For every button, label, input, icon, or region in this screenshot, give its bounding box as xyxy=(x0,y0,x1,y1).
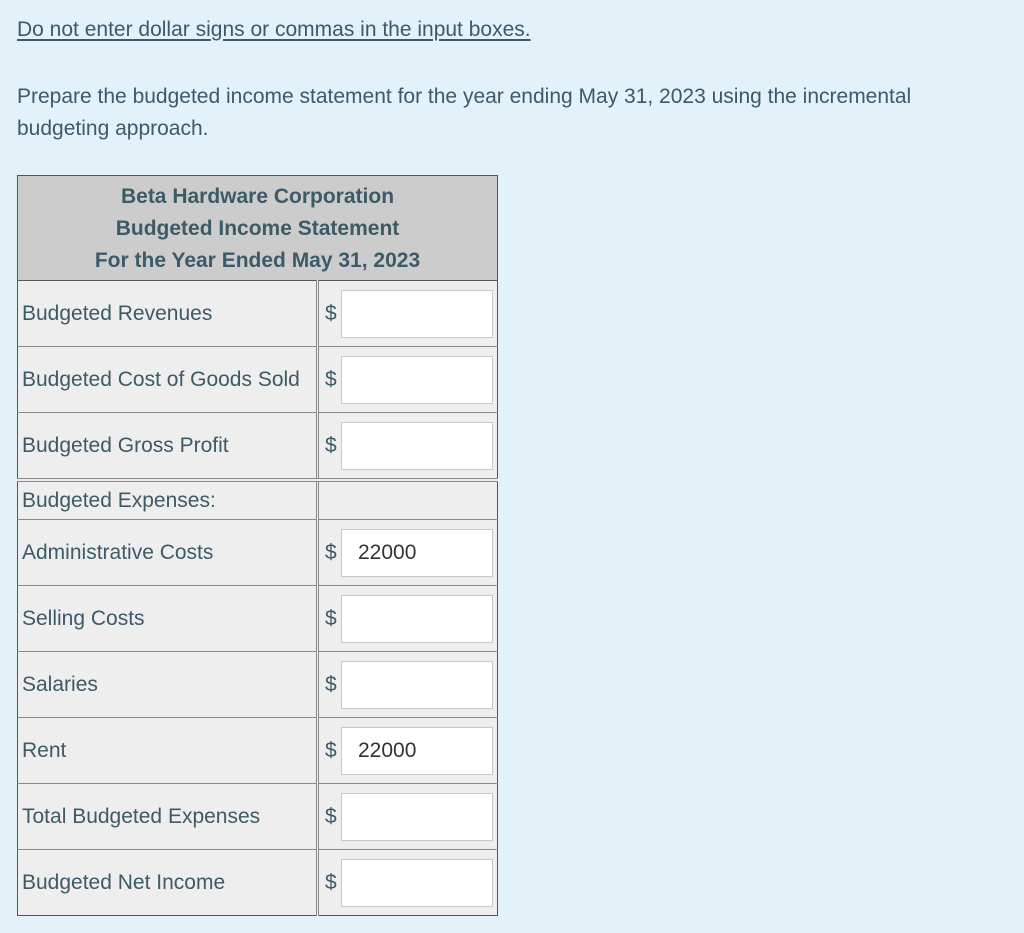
administrative-costs-input[interactable] xyxy=(341,528,493,577)
value-cell-budgeted-gross-profit: $ xyxy=(317,412,498,482)
value-cell-salaries: $ xyxy=(317,651,498,718)
value-cell-budgeted-net-income: $ xyxy=(317,849,498,916)
table-row-administrative-costs: Administrative Costs $ xyxy=(17,519,498,586)
income-statement-table: Beta Hardware Corporation Budgeted Incom… xyxy=(17,175,498,916)
dollar-sign: $ xyxy=(325,540,337,564)
salaries-input[interactable] xyxy=(341,660,493,709)
rent-input[interactable] xyxy=(341,726,493,775)
budgeted-net-income-input[interactable] xyxy=(341,858,493,907)
dollar-sign: $ xyxy=(325,301,337,325)
total-budgeted-expenses-input[interactable] xyxy=(341,792,493,841)
company-name: Beta Hardware Corporation xyxy=(120,185,395,208)
statement-header: Beta Hardware Corporation Budgeted Incom… xyxy=(17,175,498,281)
row-label-budgeted-revenues: Budgeted Revenues xyxy=(17,280,319,347)
value-cell-rent: $ xyxy=(317,717,498,784)
row-label-rent: Rent xyxy=(17,717,319,784)
value-cell-empty xyxy=(317,480,498,520)
dollar-sign: $ xyxy=(325,738,337,762)
row-label-budgeted-net-income: Budgeted Net Income xyxy=(17,849,319,916)
table-row-total-budgeted-expenses: Total Budgeted Expenses $ xyxy=(17,783,498,850)
statement-name: Budgeted Income Statement xyxy=(115,217,400,240)
table-row-budgeted-revenues: Budgeted Revenues $ xyxy=(17,280,498,347)
value-cell-selling-costs: $ xyxy=(317,585,498,652)
selling-costs-input[interactable] xyxy=(341,594,493,643)
question-prompt: Prepare the budgeted income statement fo… xyxy=(17,85,912,140)
table-row-salaries: Salaries $ xyxy=(17,651,498,718)
budgeted-revenues-input[interactable] xyxy=(341,289,493,338)
dollar-sign: $ xyxy=(325,433,337,457)
dollar-sign: $ xyxy=(325,672,337,696)
dollar-sign: $ xyxy=(325,870,337,894)
table-row-rent: Rent $ xyxy=(17,717,498,784)
table-row-selling-costs: Selling Costs $ xyxy=(17,585,498,652)
value-cell-administrative-costs: $ xyxy=(317,519,498,586)
value-cell-total-budgeted-expenses: $ xyxy=(317,783,498,850)
statement-header-row: Beta Hardware Corporation Budgeted Incom… xyxy=(17,175,498,281)
dollar-sign: $ xyxy=(325,367,337,391)
statement-period: For the Year Ended May 31, 2023 xyxy=(94,249,421,272)
row-label-budgeted-cogs: Budgeted Cost of Goods Sold xyxy=(17,346,319,413)
instruction-text: Do not enter dollar signs or commas in t… xyxy=(17,18,531,41)
budgeted-gross-profit-input[interactable] xyxy=(341,421,493,470)
row-label-total-budgeted-expenses: Total Budgeted Expenses xyxy=(17,783,319,850)
budgeted-cogs-input[interactable] xyxy=(341,355,493,404)
table-row-budgeted-net-income: Budgeted Net Income $ xyxy=(17,849,498,916)
table-row-budgeted-cogs: Budgeted Cost of Goods Sold $ xyxy=(17,346,498,413)
table-row-budgeted-expenses-heading: Budgeted Expenses: xyxy=(17,480,498,520)
row-label-salaries: Salaries xyxy=(17,651,319,718)
value-cell-budgeted-revenues: $ xyxy=(317,280,498,347)
section-label-budgeted-expenses: Budgeted Expenses: xyxy=(17,480,319,520)
value-cell-budgeted-cogs: $ xyxy=(317,346,498,413)
table-row-budgeted-gross-profit: Budgeted Gross Profit $ xyxy=(17,412,498,482)
dollar-sign: $ xyxy=(325,804,337,828)
row-label-budgeted-gross-profit: Budgeted Gross Profit xyxy=(17,412,319,482)
dollar-sign: $ xyxy=(325,606,337,630)
row-label-selling-costs: Selling Costs xyxy=(17,585,319,652)
row-label-administrative-costs: Administrative Costs xyxy=(17,519,319,586)
